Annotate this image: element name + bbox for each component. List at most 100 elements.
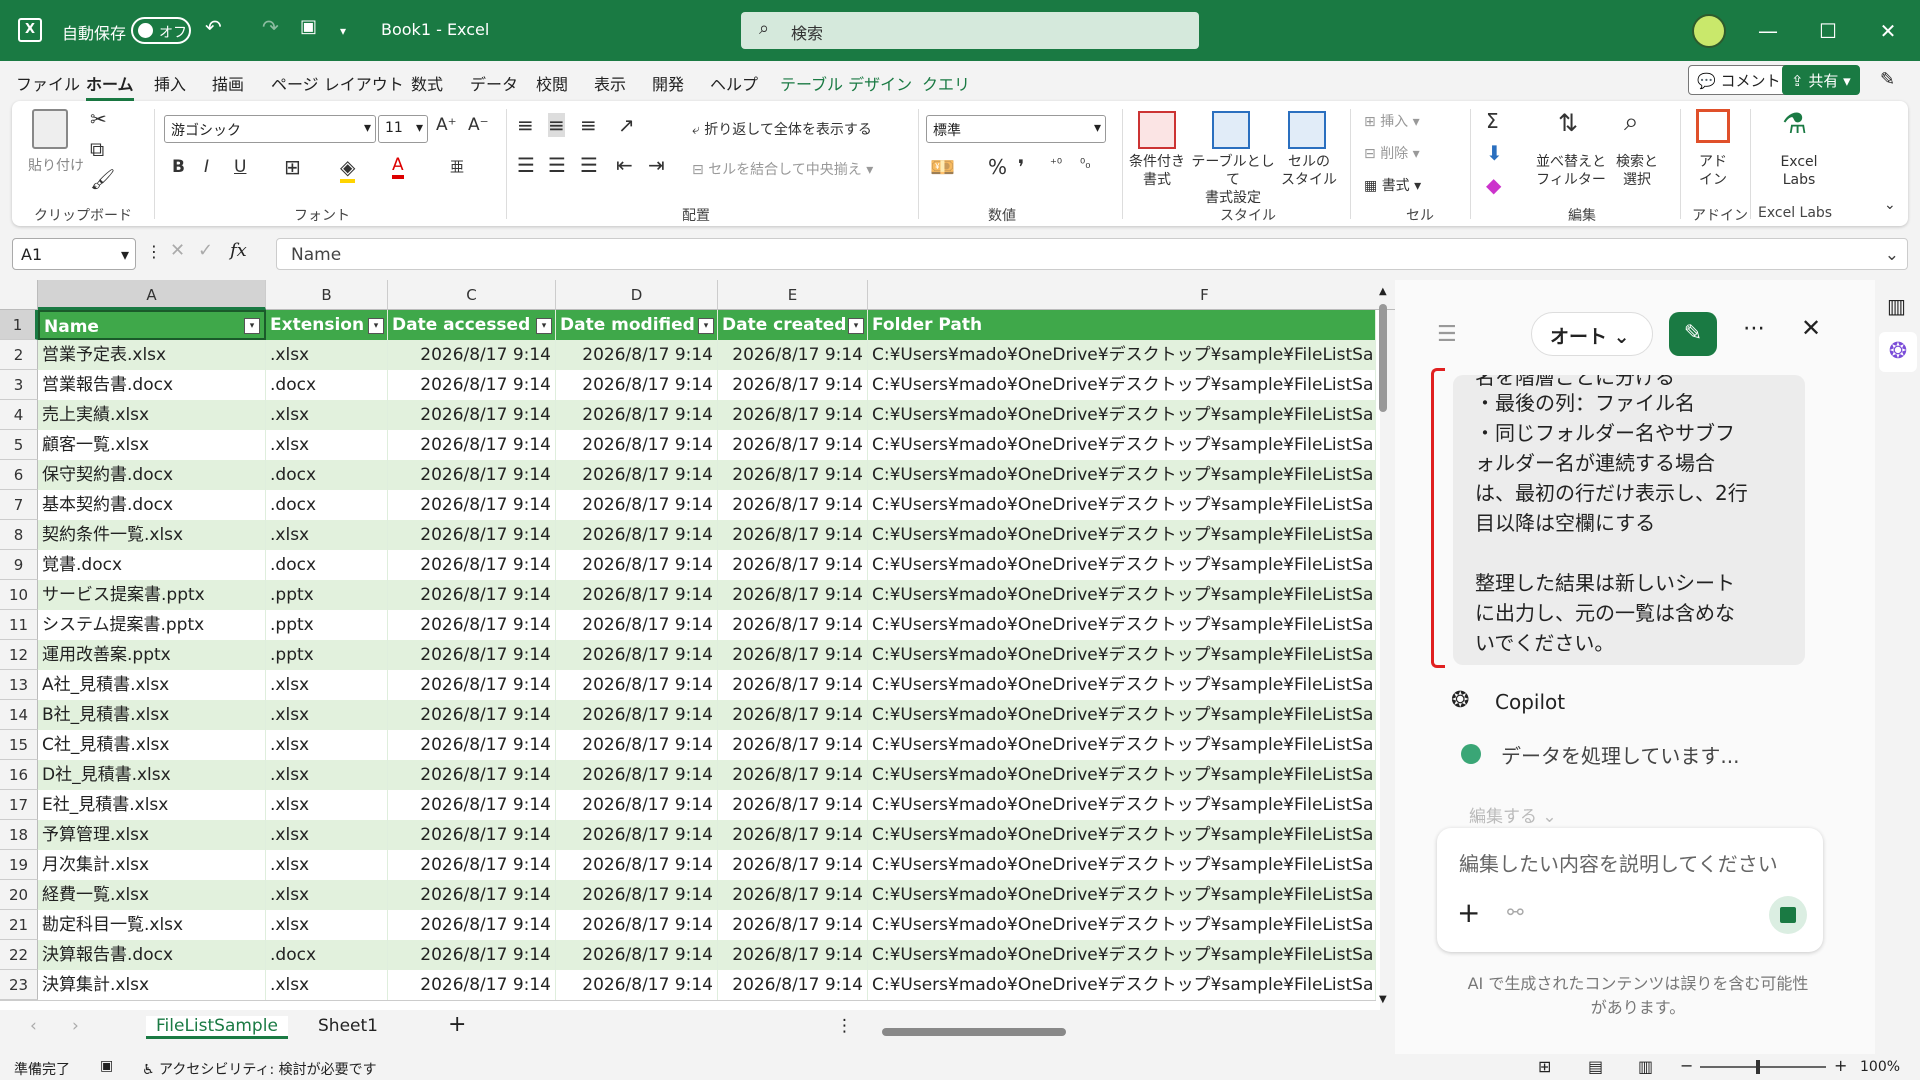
cell-date-accessed[interactable]: 2026/8/17 9:14: [388, 520, 556, 550]
zoom-in-icon[interactable]: +: [1834, 1056, 1847, 1075]
italic-icon[interactable]: I: [204, 157, 209, 177]
cut-icon[interactable]: ✂: [90, 107, 107, 131]
more-icon[interactable]: ⋯: [1743, 316, 1765, 341]
paste-label[interactable]: 貼り付け: [28, 155, 84, 175]
cell-date-modified[interactable]: 2026/8/17 9:14: [556, 340, 718, 370]
row-header[interactable]: 19: [0, 850, 38, 880]
row-header[interactable]: 12: [0, 640, 38, 670]
cell-name[interactable]: 基本契約書.docx: [38, 490, 266, 520]
tab-developer[interactable]: 開発: [652, 71, 684, 95]
cell-name[interactable]: 営業報告書.docx: [38, 370, 266, 400]
maximize-icon[interactable]: ☐: [1810, 14, 1846, 48]
cell-name[interactable]: A社_見積書.xlsx: [38, 670, 266, 700]
column-header-b[interactable]: B: [266, 280, 388, 310]
cell-folder-path[interactable]: C:¥Users¥mado¥OneDrive¥デスクトップ¥sample¥Fil…: [868, 640, 1376, 670]
cell-date-modified[interactable]: 2026/8/17 9:14: [556, 970, 718, 1000]
cell-date-modified[interactable]: 2026/8/17 9:14: [556, 400, 718, 430]
cell-date-created[interactable]: 2026/8/17 9:14: [718, 640, 868, 670]
stop-button[interactable]: [1769, 896, 1807, 934]
row-header[interactable]: 21: [0, 910, 38, 940]
row-header[interactable]: 6: [0, 460, 38, 490]
row-header[interactable]: 9: [0, 550, 38, 580]
align-right-icon[interactable]: ☰: [580, 153, 598, 177]
comment-button[interactable]: 💬 コメント: [1688, 65, 1790, 95]
cell-date-created[interactable]: 2026/8/17 9:14: [718, 790, 868, 820]
cell-extension[interactable]: .pptx: [266, 640, 388, 670]
number-format-select[interactable]: 標準 ▾: [926, 115, 1106, 143]
wrap-text-button[interactable]: ⤶ 折り返して全体を表示する: [692, 119, 872, 139]
conditional-format-icon[interactable]: [1138, 111, 1176, 149]
cell-date-modified[interactable]: 2026/8/17 9:14: [556, 730, 718, 760]
prompt-input[interactable]: 編集したい内容を説明してください: [1459, 848, 1778, 877]
decrease-decimal-icon[interactable]: ⁰₀: [1080, 157, 1090, 172]
copilot-rail-icon[interactable]: ❂: [1879, 332, 1917, 372]
tab-formulas[interactable]: 数式: [411, 71, 443, 95]
tab-table-design[interactable]: テーブル デザイン: [780, 71, 912, 95]
cell-date-accessed[interactable]: 2026/8/17 9:14: [388, 850, 556, 880]
cell-folder-path[interactable]: C:¥Users¥mado¥OneDrive¥デスクトップ¥sample¥Fil…: [868, 460, 1376, 490]
cell-date-accessed[interactable]: 2026/8/17 9:14: [388, 700, 556, 730]
customize-qat-icon[interactable]: ▾: [340, 24, 346, 38]
cell-date-created[interactable]: 2026/8/17 9:14: [718, 670, 868, 700]
row-header[interactable]: 10: [0, 580, 38, 610]
tab-view[interactable]: 表示: [594, 71, 626, 95]
cell-name[interactable]: システム提案書.pptx: [38, 610, 266, 640]
filter-dropdown-icon[interactable]: ▾: [368, 318, 384, 334]
row-header[interactable]: 14: [0, 700, 38, 730]
filter-dropdown-icon[interactable]: ▾: [698, 318, 714, 334]
header-cell-date-created[interactable]: Date created: [718, 310, 868, 340]
cell-date-created[interactable]: 2026/8/17 9:14: [718, 910, 868, 940]
cell-date-modified[interactable]: 2026/8/17 9:14: [556, 820, 718, 850]
cell-date-modified[interactable]: 2026/8/17 9:14: [556, 670, 718, 700]
delete-cells-button[interactable]: ⊟ 削除 ▾: [1364, 143, 1420, 163]
cell-date-modified[interactable]: 2026/8/17 9:14: [556, 760, 718, 790]
row-header[interactable]: 2: [0, 340, 38, 370]
tab-page-layout[interactable]: ページ レイアウト: [271, 71, 404, 95]
filter-dropdown-icon[interactable]: ▾: [536, 318, 552, 334]
cell-date-modified[interactable]: 2026/8/17 9:14: [556, 790, 718, 820]
cell-date-created[interactable]: 2026/8/17 9:14: [718, 760, 868, 790]
cell-extension[interactable]: .docx: [266, 550, 388, 580]
pen-icon[interactable]: ✎: [1880, 69, 1895, 90]
save-icon[interactable]: ▣: [300, 16, 317, 37]
find-select-icon[interactable]: ⌕: [1624, 107, 1639, 138]
cell-folder-path[interactable]: C:¥Users¥mado¥OneDrive¥デスクトップ¥sample¥Fil…: [868, 820, 1376, 850]
cell-date-created[interactable]: 2026/8/17 9:14: [718, 430, 868, 460]
cell-name[interactable]: B社_見積書.xlsx: [38, 700, 266, 730]
cell-styles-icon[interactable]: [1288, 111, 1326, 149]
format-cells-button[interactable]: ▦ 書式 ▾: [1364, 175, 1421, 195]
cell-name[interactable]: 売上実績.xlsx: [38, 400, 266, 430]
cell-extension[interactable]: .xlsx: [266, 400, 388, 430]
link-icon[interactable]: ⚯: [1507, 900, 1524, 924]
row-header[interactable]: 11: [0, 610, 38, 640]
accessibility-status[interactable]: ♿ アクセシビリティ: 検討が必要です: [142, 1059, 377, 1079]
cell-date-modified[interactable]: 2026/8/17 9:14: [556, 700, 718, 730]
cell-name[interactable]: 覚書.docx: [38, 550, 266, 580]
excel-labs-button[interactable]: Excel Labs: [1764, 153, 1834, 189]
zoom-out-icon[interactable]: −: [1680, 1056, 1693, 1075]
add-icon[interactable]: +: [1457, 896, 1480, 929]
cell-date-accessed[interactable]: 2026/8/17 9:14: [388, 490, 556, 520]
cell-name[interactable]: C社_見積書.xlsx: [38, 730, 266, 760]
search-box[interactable]: ⌕ 検索: [741, 12, 1199, 49]
cell-date-accessed[interactable]: 2026/8/17 9:14: [388, 580, 556, 610]
cell-extension[interactable]: .docx: [266, 490, 388, 520]
new-chat-icon[interactable]: ✎: [1669, 312, 1717, 356]
cell-name[interactable]: 経費一覧.xlsx: [38, 880, 266, 910]
cell-date-created[interactable]: 2026/8/17 9:14: [718, 820, 868, 850]
cell-name[interactable]: D社_見積書.xlsx: [38, 760, 266, 790]
filter-dropdown-icon[interactable]: ▾: [848, 318, 864, 334]
cell-folder-path[interactable]: C:¥Users¥mado¥OneDrive¥デスクトップ¥sample¥Fil…: [868, 730, 1376, 760]
cell-extension[interactable]: .xlsx: [266, 790, 388, 820]
cell-folder-path[interactable]: C:¥Users¥mado¥OneDrive¥デスクトップ¥sample¥Fil…: [868, 880, 1376, 910]
cell-date-created[interactable]: 2026/8/17 9:14: [718, 730, 868, 760]
find-select-button[interactable]: 検索と 選択: [1612, 153, 1662, 189]
fill-color-icon[interactable]: ◈: [340, 155, 356, 183]
tab-review[interactable]: 校閲: [536, 71, 568, 95]
cell-name[interactable]: 営業予定表.xlsx: [38, 340, 266, 370]
cell-date-modified[interactable]: 2026/8/17 9:14: [556, 550, 718, 580]
cell-extension[interactable]: .xlsx: [266, 970, 388, 1000]
cell-date-modified[interactable]: 2026/8/17 9:14: [556, 850, 718, 880]
row-header[interactable]: 22: [0, 940, 38, 970]
cell-date-accessed[interactable]: 2026/8/17 9:14: [388, 370, 556, 400]
